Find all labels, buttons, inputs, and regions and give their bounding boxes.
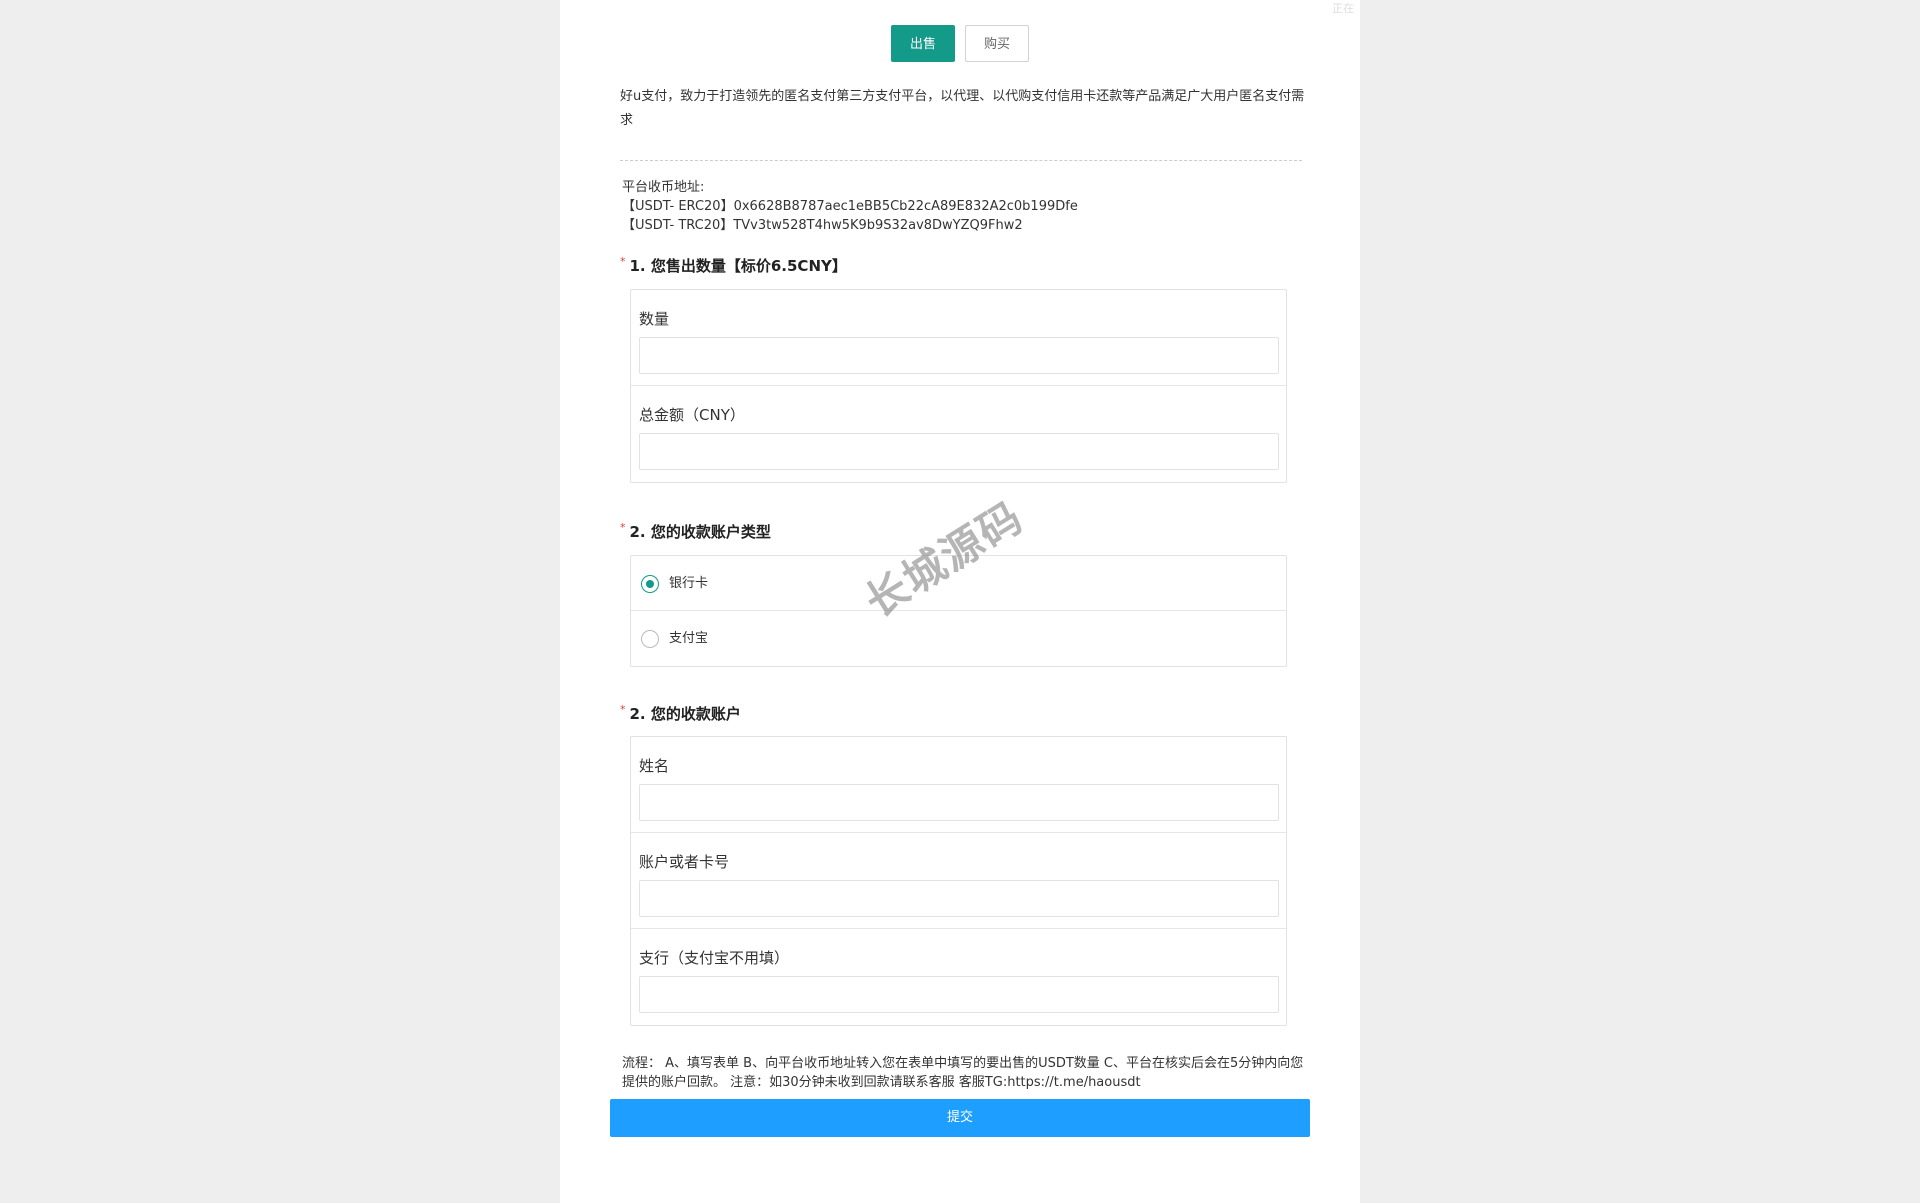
total-amount-field: 总金额（CNY）	[631, 386, 1286, 482]
radio-checked-icon[interactable]	[641, 575, 659, 593]
branch-field: 支行（支付宝不用填）	[631, 929, 1286, 1025]
tab-sell[interactable]: 出售	[891, 25, 955, 62]
quantity-input[interactable]	[639, 337, 1279, 374]
radio-label-bank-card: 银行卡	[669, 576, 709, 591]
corner-text: 正在	[1332, 2, 1354, 15]
total-amount-label: 总金额（CNY）	[639, 406, 745, 424]
radio-label-alipay: 支付宝	[669, 631, 709, 646]
address-trc20: 【USDT- TRC20】TVv3tw528T4hw5K9b9S32av8DwY…	[622, 218, 1023, 233]
divider	[620, 160, 1302, 161]
name-label: 姓名	[639, 757, 670, 775]
section3-title-text: 2. 您的收款账户	[629, 705, 741, 723]
account-input[interactable]	[639, 880, 1279, 917]
total-amount-input[interactable]	[639, 433, 1279, 470]
process-notice: 流程： A、填写表单 B、向平台收币地址转入您在表单中填写的要出售的USDT数量…	[622, 1056, 1304, 1090]
section2-title-text: 2. 您的收款账户类型	[629, 523, 771, 541]
radio-option-alipay[interactable]: 支付宝	[631, 611, 1286, 666]
branch-input[interactable]	[639, 976, 1279, 1013]
account-label: 账户或者卡号	[639, 853, 730, 871]
required-mark: *	[620, 255, 626, 268]
tab-buy[interactable]: 购买	[965, 25, 1029, 62]
name-input[interactable]	[639, 784, 1279, 821]
section1-title-text: 1. 您售出数量【标价6.5CNY】	[629, 257, 847, 275]
section1-card: 数量 总金额（CNY）	[630, 289, 1287, 483]
name-field: 姓名	[631, 737, 1286, 833]
radio-option-bank-card[interactable]: 银行卡	[631, 556, 1286, 611]
submit-button[interactable]: 提交	[610, 1099, 1310, 1137]
section2-title: * 2. 您的收款账户类型	[620, 521, 771, 542]
tab-bar: 出售 购买	[560, 25, 1360, 62]
account-field: 账户或者卡号	[631, 833, 1286, 929]
platform-addresses: 平台收币地址: 【USDT- ERC20】0x6628B8787aec1eBB5…	[622, 178, 1322, 235]
branch-label: 支行（支付宝不用填）	[639, 949, 790, 967]
quantity-label: 数量	[639, 310, 670, 328]
radio-unchecked-icon[interactable]	[641, 630, 659, 648]
address-erc20: 【USDT- ERC20】0x6628B8787aec1eBB5Cb22cA89…	[622, 199, 1078, 214]
section3-card: 姓名 账户或者卡号 支行（支付宝不用填）	[630, 736, 1287, 1026]
required-mark: *	[620, 703, 626, 716]
addresses-title: 平台收币地址:	[622, 180, 705, 195]
section1-title: * 1. 您售出数量【标价6.5CNY】	[620, 255, 847, 276]
required-mark: *	[620, 521, 626, 534]
section3-title: * 2. 您的收款账户	[620, 703, 741, 724]
form-page: 正在 出售 购买 好u支付，致力于打造领先的匿名支付第三方支付平台，以代理、以代…	[560, 0, 1360, 1203]
quantity-field: 数量	[631, 290, 1286, 386]
section2-card: 银行卡 支付宝	[630, 555, 1287, 667]
intro-text: 好u支付，致力于打造领先的匿名支付第三方支付平台，以代理、以代购支付信用卡还款等…	[620, 89, 1305, 128]
